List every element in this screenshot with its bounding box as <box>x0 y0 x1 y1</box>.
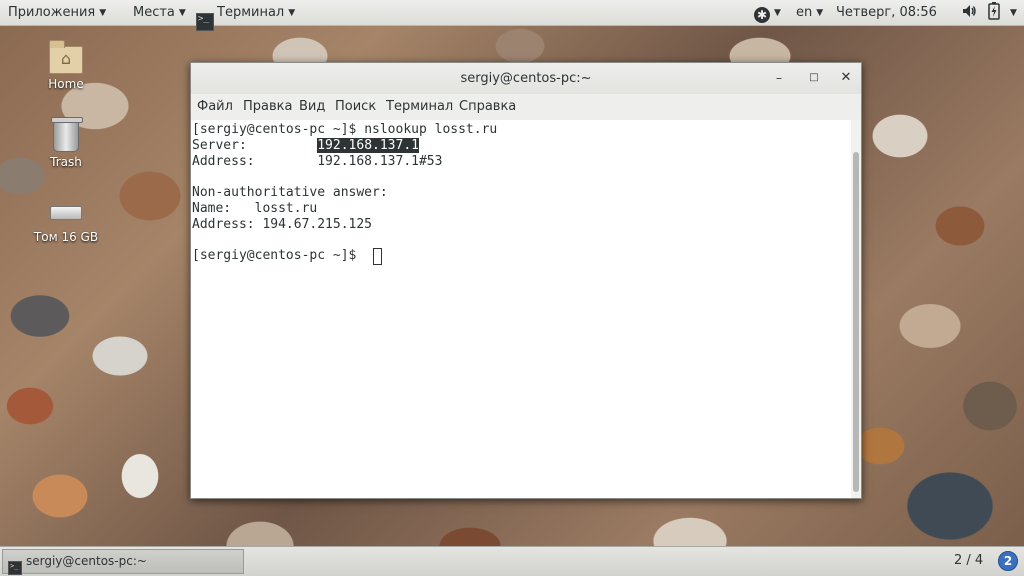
command-text: nslookup losst.ru <box>364 122 498 137</box>
bottom-panel: >_ sergiy@centos-pc:~ 2 / 4 2 <box>0 546 1024 576</box>
desktop-icon-label: Home <box>48 77 84 91</box>
desktop-icon-home[interactable]: Home <box>26 40 106 91</box>
active-app-menu[interactable]: >_ Терминал ▼ <box>196 0 296 31</box>
clock[interactable]: Четверг, 08:56 <box>836 0 937 26</box>
menu-help[interactable]: Справка <box>459 94 516 120</box>
places-label: Места <box>133 5 175 20</box>
window-titlebar[interactable]: sergiy@centos-pc:~ – □ ✕ <box>191 63 861 94</box>
terminal-line: Non-authoritative answer: <box>192 185 388 200</box>
close-button[interactable]: ✕ <box>836 68 856 88</box>
prompt-text: [sergiy@centos-pc ~]$ <box>192 122 365 137</box>
desktop-icon-drive[interactable]: Том 16 GB <box>26 196 106 244</box>
desktop-icon-trash[interactable]: Trash <box>26 117 106 169</box>
terminal-window: sergiy@centos-pc:~ – □ ✕ Файл Правка Вид… <box>190 62 862 499</box>
menu-terminal[interactable]: Терминал <box>386 94 453 120</box>
desktop-icon-label: Trash <box>50 155 82 169</box>
terminal-line: [sergiy@centos-pc ~]$ nslookup losst.ru <box>192 122 497 138</box>
workspace-indicator[interactable]: 2 / 4 <box>954 547 983 575</box>
volume-icon <box>963 5 976 17</box>
chevron-down-icon: ▼ <box>774 8 781 18</box>
terminal-line: Name: losst.ru <box>192 201 318 216</box>
language-label: en <box>796 5 813 20</box>
window-title: sergiy@centos-pc:~ <box>460 71 592 86</box>
home-folder-icon <box>49 40 83 74</box>
menu-view[interactable]: Вид <box>299 94 325 120</box>
chevron-down-icon: ▼ <box>99 8 107 18</box>
menu-search[interactable]: Поиск <box>335 94 376 120</box>
taskbar-window-label: sergiy@centos-pc:~ <box>26 554 147 568</box>
terminal-icon: >_ <box>196 13 214 31</box>
top-panel: Приложения ▼ Места ▼ >_ Терминал ▼ ✱ ▼ en ▼ Че… <box>0 0 1024 31</box>
prompt-text: [sergiy@centos-pc ~]$ <box>192 248 365 263</box>
terminal-icon: >_ <box>8 561 22 575</box>
accessibility-icon: ✱ <box>754 7 770 23</box>
terminal-line: Server: 192.168.137.1 <box>192 138 419 154</box>
text-cursor <box>373 248 382 265</box>
terminal-line: Address: 194.67.215.125 <box>192 217 373 232</box>
language-menu[interactable]: en ▼ <box>796 0 823 26</box>
clock-label: Четверг, 08:56 <box>836 5 937 20</box>
chevron-down-icon: ▼ <box>1010 8 1017 18</box>
menu-file[interactable]: Файл <box>197 94 233 120</box>
window-menubar: Файл Правка Вид Поиск Терминал Справка <box>191 94 861 120</box>
terminal-line: [sergiy@centos-pc ~]$ <box>192 248 364 264</box>
terminal-line: Address: 192.168.137.1#53 <box>192 154 443 169</box>
volume-indicator[interactable] <box>961 0 977 26</box>
desktop-icon-label: Том 16 GB <box>33 230 99 244</box>
scrollbar[interactable] <box>851 120 861 498</box>
accessibility-menu[interactable]: ✱ ▼ <box>754 0 781 26</box>
applications-menu[interactable]: Приложения ▼ <box>8 0 106 26</box>
selected-text: 192.168.137.1 <box>317 138 419 153</box>
scrollbar-thumb[interactable] <box>853 152 859 492</box>
taskbar-window-button[interactable]: >_ sergiy@centos-pc:~ <box>2 549 244 575</box>
drive-icon <box>50 206 82 220</box>
system-menu[interactable]: ▼ <box>1006 0 1017 26</box>
chevron-down-icon: ▼ <box>288 8 296 18</box>
menu-edit[interactable]: Правка <box>243 94 292 120</box>
minimize-button[interactable]: – <box>769 68 789 88</box>
maximize-button[interactable]: □ <box>804 68 824 88</box>
workspace-badge[interactable]: 2 <box>998 551 1018 571</box>
battery-icon <box>988 2 1000 20</box>
trash-icon <box>51 117 83 152</box>
applications-label: Приложения <box>8 5 96 20</box>
chevron-down-icon: ▼ <box>816 8 824 18</box>
server-label: Server: <box>192 138 318 153</box>
battery-indicator[interactable] <box>988 0 1000 26</box>
terminal-output[interactable]: [sergiy@centos-pc ~]$ nslookup losst.ru … <box>191 120 851 498</box>
places-menu[interactable]: Места ▼ <box>133 0 186 26</box>
active-app-label: Терминал <box>217 5 285 20</box>
chevron-down-icon: ▼ <box>178 8 186 18</box>
